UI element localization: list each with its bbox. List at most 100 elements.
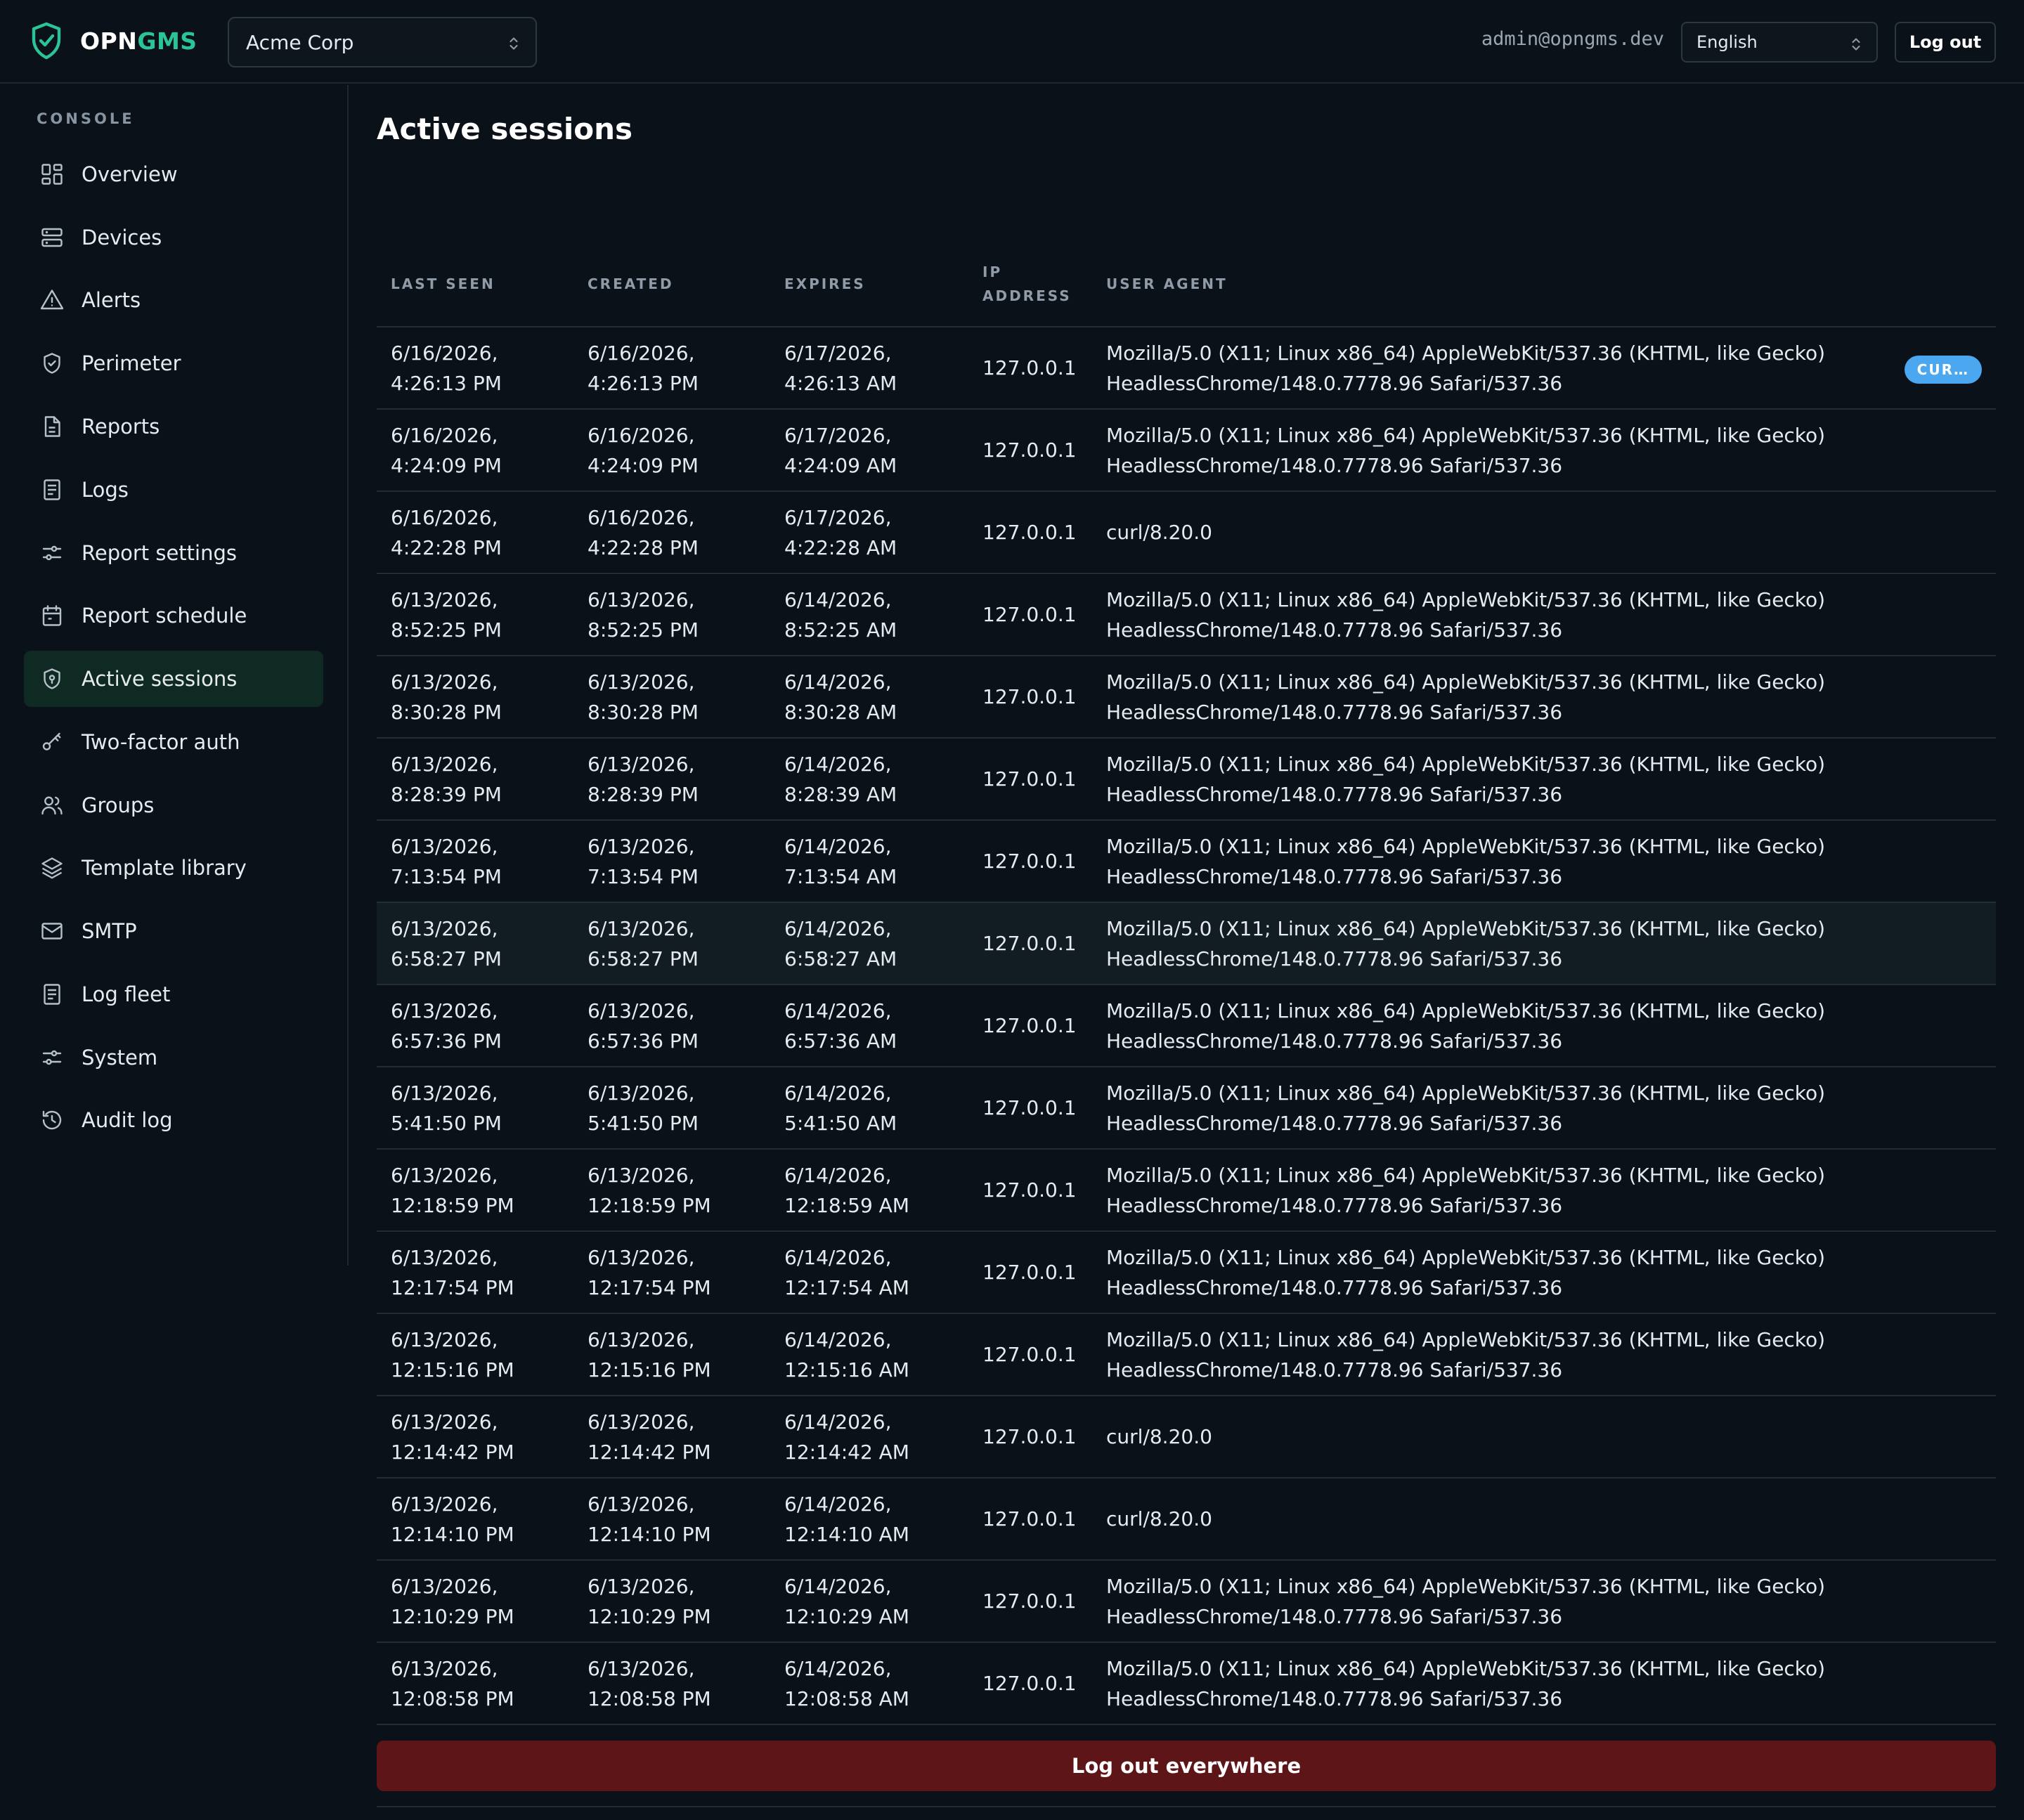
cell-expires-time: 12:08:58 AM [784,1686,909,1710]
cell-created: 6/13/2026, 5:41:50 PM [573,1067,770,1150]
layers-icon [41,857,63,879]
cell-created-time: 12:15:16 PM [588,1358,711,1382]
cell-expires-date: 6/14/2026, [784,1327,892,1351]
cell-status [1865,1313,1996,1396]
cell-user-agent-line2: HeadlessChrome/148.0.7778.96 Safari/537.… [1106,1111,1563,1135]
table-row: 6/13/2026, 12:08:58 PM 6/13/2026, 12:08:58 … [377,1642,1996,1725]
cell-user-agent: curl/8.20.0 [1092,1396,1865,1478]
key-icon [42,732,61,750]
cell-ip-address: 127.0.0.1 [968,327,1092,410]
sidebar-item-smtp[interactable]: SMTP [24,903,323,959]
logo-text: OPNGMS [80,27,197,55]
cell-created-date: 6/13/2026, [588,1656,695,1680]
cell-created-time: 8:52:25 PM [588,618,699,642]
cell-last-seen-date: 6/13/2026, [391,1327,498,1351]
sidebar-item-alerts[interactable]: Alerts [24,272,323,328]
sidebar-item-overview[interactable]: Overview [24,146,323,202]
cell-ip-address: 127.0.0.1 [968,1149,1092,1232]
cell-ip-address: 127.0.0.1 [968,573,1092,656]
sidebar-item-label: Log fleet [82,982,171,1006]
cell-expires-date: 6/17/2026, [784,423,892,447]
cell-last-seen-time: 12:17:54 PM [391,1275,514,1299]
sidebar-item-devices[interactable]: Devices [24,209,323,266]
cell-expires-date: 6/14/2026, [784,1574,892,1598]
sidebar-item-system[interactable]: System [24,1029,323,1086]
cell-user-agent-line2: HeadlessChrome/148.0.7778.96 Safari/537.… [1106,618,1563,642]
cell-expires-time: 12:14:10 AM [784,1522,909,1546]
users-icon [41,796,63,815]
language-select[interactable]: English [1681,22,1878,63]
cell-last-seen-date: 6/13/2026, [391,1492,498,1516]
sidebar-item-label: Groups [82,793,155,817]
shield-lock-icon [44,668,60,689]
cell-created-date: 6/13/2026, [588,587,695,611]
cell-user-agent-line2: HeadlessChrome/148.0.7778.96 Safari/537.… [1106,453,1563,477]
sidebar-item-two-factor-auth[interactable]: Two-factor auth [24,714,323,770]
sidebar-item-perimeter[interactable]: Perimeter [24,335,323,391]
cell-user-agent-line2: HeadlessChrome/148.0.7778.96 Safari/537.… [1106,1686,1563,1710]
cell-created: 6/13/2026, 12:15:16 PM [573,1313,770,1396]
cell-user-agent-line2: HeadlessChrome/148.0.7778.96 Safari/537.… [1106,1604,1563,1628]
cell-status [1865,656,1996,739]
history-icon [42,1110,62,1130]
sidebar-item-report-settings[interactable]: Report settings [24,525,323,581]
table-row: 6/13/2026, 5:41:50 PM 6/13/2026, 5:41:50 PM… [377,1067,1996,1150]
cell-created: 6/13/2026, 6:58:27 PM [573,902,770,985]
cell-expires: 6/17/2026, 4:22:28 AM [770,491,968,574]
cell-expires-time: 12:18:59 AM [784,1193,909,1217]
cell-created-date: 6/13/2026, [588,1081,695,1105]
chevron-up-down-icon [510,37,518,50]
sidebar-item-groups[interactable]: Groups [24,777,323,833]
cell-expires-time: 6:57:36 AM [784,1029,897,1053]
cell-last-seen: 6/16/2026, 4:24:09 PM [377,409,573,492]
cell-last-seen-date: 6/13/2026, [391,916,498,940]
sidebar-item-logs[interactable]: Logs [24,462,323,518]
cell-last-seen: 6/13/2026, 6:58:27 PM [377,902,573,985]
cell-last-seen-date: 6/16/2026, [391,423,498,447]
cell-user-agent-line1: Mozilla/5.0 (X11; Linux x86_64) AppleWeb… [1106,1656,1826,1680]
cell-status: CUR… [1865,327,1996,410]
cell-created-date: 6/16/2026, [588,341,695,365]
sidebar-item-reports[interactable]: Reports [24,398,323,455]
sidebar-item-audit-log[interactable]: Audit log [24,1092,323,1148]
cell-ip-address: 127.0.0.1 [968,1313,1092,1396]
cell-user-agent: Mozilla/5.0 (X11; Linux x86_64) AppleWeb… [1092,820,1865,903]
cell-last-seen: 6/16/2026, 4:26:13 PM [377,327,573,410]
cell-status [1865,1231,1996,1314]
page-title: Active sessions [377,112,632,146]
cell-status [1865,984,1996,1067]
cell-ip-address: 127.0.0.1 [968,409,1092,492]
sidebar-item-report-schedule[interactable]: Report schedule [24,587,323,644]
cell-created-time: 7:13:54 PM [588,864,699,888]
cell-created: 6/13/2026, 12:18:59 PM [573,1149,770,1232]
sidebar-item-active-sessions[interactable]: Active sessions [24,651,323,707]
cell-last-seen: 6/16/2026, 4:22:28 PM [377,491,573,574]
cell-created-time: 5:41:50 PM [588,1111,699,1135]
logout-button[interactable]: Log out [1895,22,1996,63]
server-icon [41,228,63,247]
table-row: 6/13/2026, 12:14:42 PM 6/13/2026, 12:14:42 … [377,1396,1996,1478]
warning-triangle-icon [40,290,64,310]
cell-expires-time: 7:13:54 AM [784,864,897,888]
cell-user-agent-line2: HeadlessChrome/148.0.7778.96 Safari/537.… [1106,371,1563,395]
cell-user-agent-line2: HeadlessChrome/148.0.7778.96 Safari/537.… [1106,1358,1563,1382]
cell-expires: 6/14/2026, 12:08:58 AM [770,1642,968,1725]
cell-ip-address: 127.0.0.1 [968,984,1092,1067]
cell-user-agent-line2: HeadlessChrome/148.0.7778.96 Safari/537.… [1106,782,1563,806]
logout-everywhere-button[interactable]: Log out everywhere [377,1741,1996,1791]
column-header-user-agent: USER AGENT [1092,241,1865,327]
cell-status [1865,573,1996,656]
cell-last-seen-date: 6/13/2026, [391,1245,498,1269]
cell-created-date: 6/13/2026, [588,1245,695,1269]
cell-expires: 6/14/2026, 12:14:42 AM [770,1396,968,1478]
sidebar-item-log-fleet[interactable]: Log fleet [24,966,323,1022]
cell-user-agent: Mozilla/5.0 (X11; Linux x86_64) AppleWeb… [1092,1560,1865,1643]
cell-user-agent: curl/8.20.0 [1092,491,1865,574]
sidebar-item-label: Two-factor auth [82,730,240,754]
table-row: 6/13/2026, 7:13:54 PM 6/13/2026, 7:13:54 PM… [377,820,1996,903]
column-header-created: CREATED [573,241,770,327]
org-select[interactable]: Acme Corp [228,17,537,67]
cell-last-seen-time: 12:14:42 PM [391,1440,514,1464]
sidebar-item-label: Report settings [82,541,237,565]
sidebar-item-template-library[interactable]: Template library [24,840,323,896]
